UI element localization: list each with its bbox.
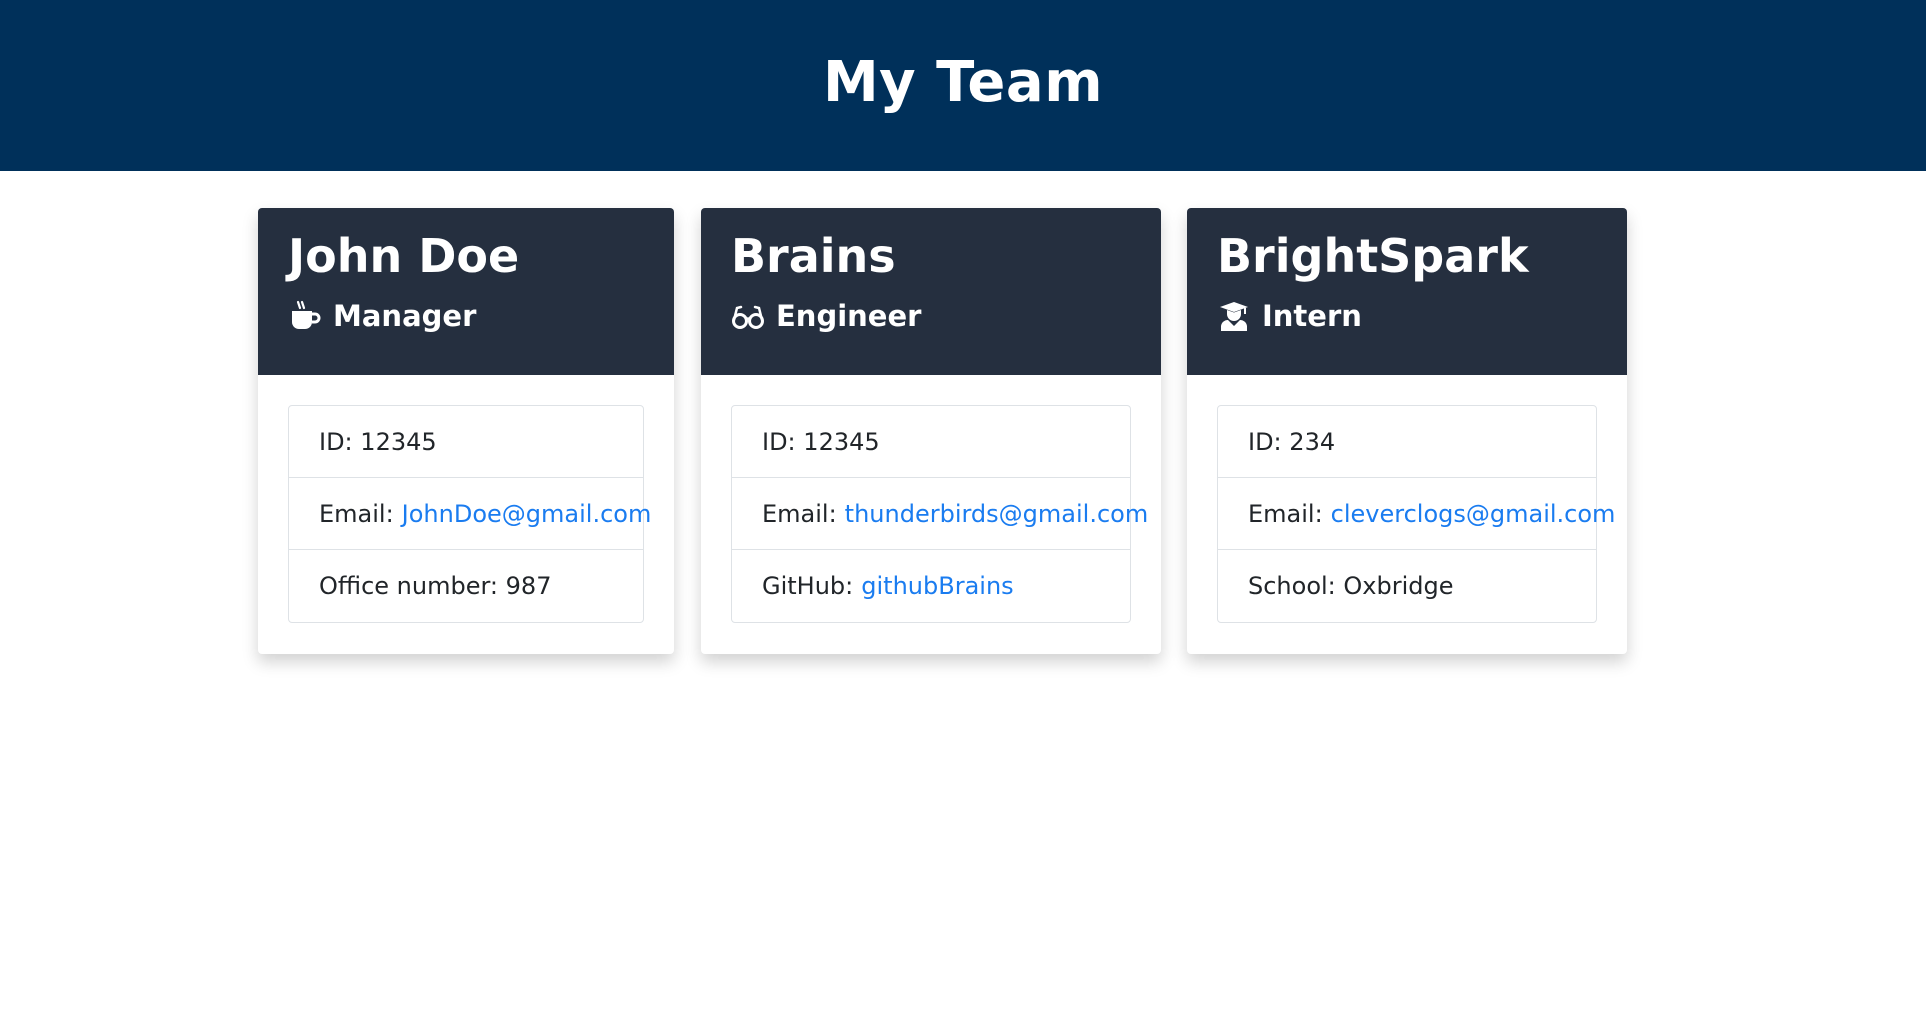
email-link[interactable]: thunderbirds@gmail.com <box>845 500 1149 528</box>
employee-card-intern: BrightSpark Intern ID: 234 Email: clever… <box>1187 208 1627 654</box>
card-header: Brains Engineer <box>701 208 1161 375</box>
id-row: ID: 12345 <box>732 406 1130 478</box>
employee-role: Engineer <box>731 296 1131 336</box>
page-title: My Team <box>822 50 1104 115</box>
office-number-value: 987 <box>505 572 552 600</box>
id-value: 12345 <box>803 427 880 456</box>
employee-card-manager: John Doe Manager ID: 12345 Email: JohnDo… <box>258 208 674 654</box>
id-label: ID: <box>762 427 796 456</box>
id-row: ID: 234 <box>1218 406 1596 478</box>
id-row: ID: 12345 <box>289 406 643 478</box>
role-label: Engineer <box>776 299 922 333</box>
employee-details: ID: 12345 Email: JohnDoe@gmail.com Office… <box>288 405 651 623</box>
page-header: My Team <box>0 0 1926 171</box>
employee-role: Manager <box>288 296 644 336</box>
employee-role: Intern <box>1217 296 1597 336</box>
card-header: John Doe Manager <box>258 208 674 375</box>
email-label: Email: <box>1248 499 1323 528</box>
email-label: Email: <box>762 499 837 528</box>
employee-name: BrightSpark <box>1217 229 1529 283</box>
employee-name: John Doe <box>288 229 520 283</box>
github-label: GitHub: <box>762 572 854 600</box>
glasses-icon <box>731 299 765 333</box>
email-label: Email: <box>319 499 394 528</box>
email-row: Email: cleverclogs@gmail.com <box>1218 478 1615 550</box>
id-value: 12345 <box>360 427 437 456</box>
github-row: GitHub: githubBrains <box>732 550 1130 622</box>
card-body: ID: 234 Email: cleverclogs@gmail.com Scho… <box>1187 375 1627 653</box>
card-body: ID: 12345 Email: JohnDoe@gmail.com Office… <box>258 375 674 653</box>
card-header: BrightSpark Intern <box>1187 208 1627 375</box>
email-link[interactable]: cleverclogs@gmail.com <box>1331 500 1616 528</box>
employee-name: Brains <box>731 229 896 283</box>
id-label: ID: <box>1248 427 1282 456</box>
school-label: School: <box>1248 572 1336 600</box>
role-label: Intern <box>1262 299 1362 333</box>
email-row: Email: thunderbirds@gmail.com <box>732 478 1148 550</box>
github-link[interactable]: githubBrains <box>861 572 1013 600</box>
id-label: ID: <box>319 427 353 456</box>
email-link[interactable]: JohnDoe@gmail.com <box>402 500 652 528</box>
id-value: 234 <box>1289 427 1336 456</box>
coffee-mug-icon <box>288 299 322 333</box>
school-row: School: Oxbridge <box>1218 550 1596 622</box>
employee-details: ID: 234 Email: cleverclogs@gmail.com Scho… <box>1217 405 1615 623</box>
office-number-label: Office number: <box>319 572 499 600</box>
email-row: Email: JohnDoe@gmail.com <box>289 478 651 550</box>
employee-card-engineer: Brains Engineer ID: 12345 Email: thunder… <box>701 208 1161 654</box>
employee-details: ID: 12345 Email: thunderbirds@gmail.com G… <box>731 405 1148 623</box>
card-body: ID: 12345 Email: thunderbirds@gmail.com G… <box>701 375 1161 653</box>
role-label: Manager <box>333 299 477 333</box>
school-value: Oxbridge <box>1343 572 1454 600</box>
graduate-icon <box>1217 299 1251 333</box>
team-area: John Doe Manager ID: 12345 Email: JohnDo… <box>0 171 1926 1011</box>
office-number-row: Office number: 987 <box>289 550 643 622</box>
